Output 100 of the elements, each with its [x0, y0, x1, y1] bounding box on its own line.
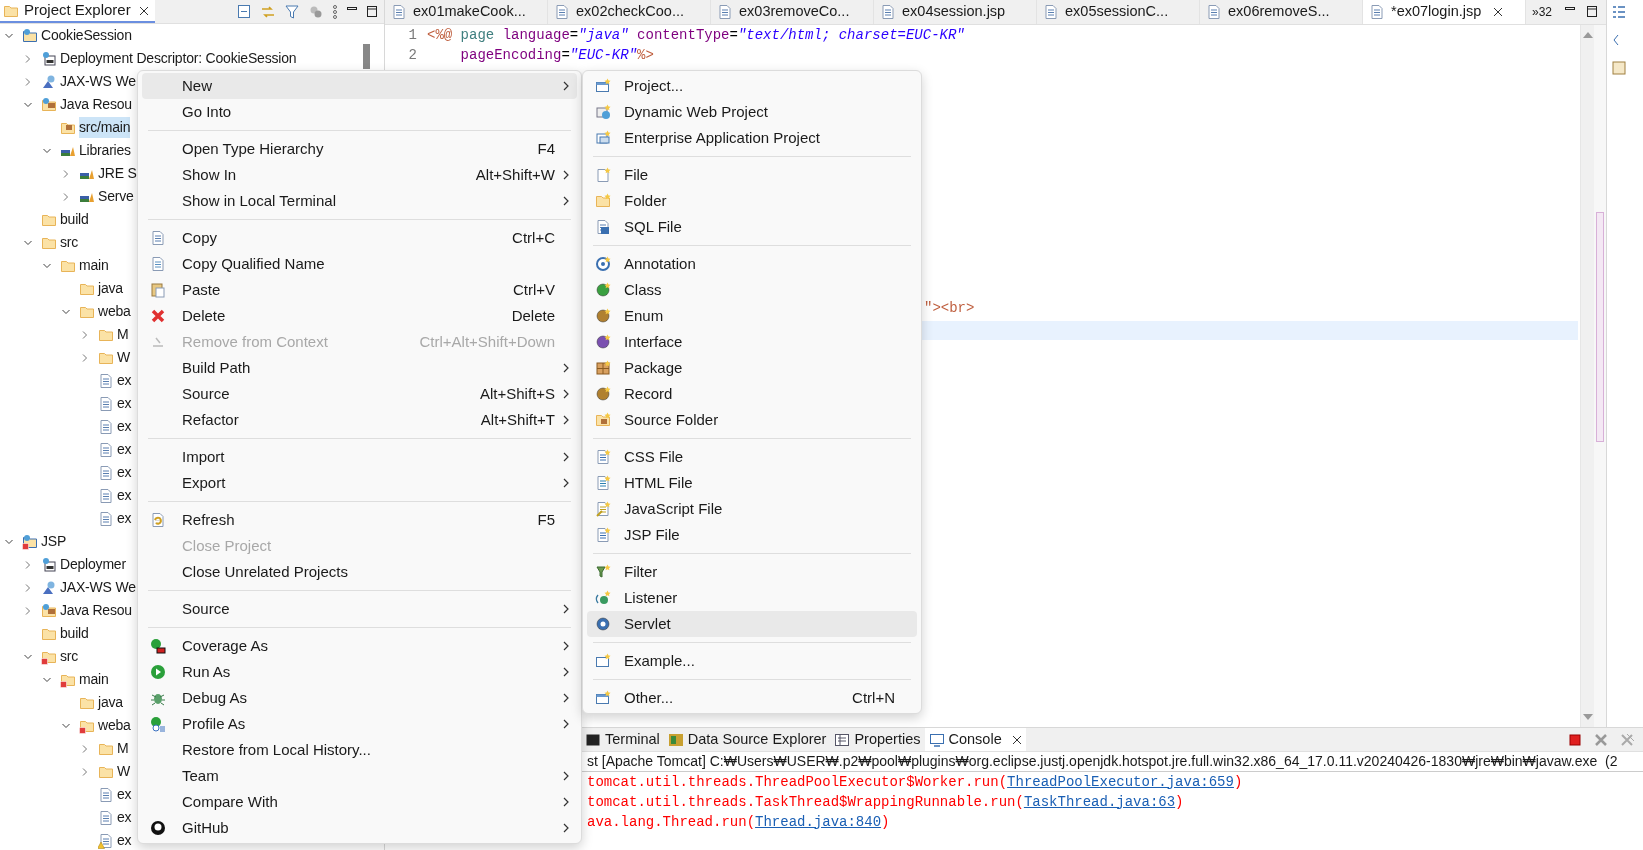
chevron-right-icon[interactable] [80, 743, 90, 754]
tree-item[interactable]: ex [117, 462, 132, 483]
view-tab[interactable]: Terminal [581, 728, 664, 751]
tree-item[interactable]: weba [98, 715, 131, 736]
chevron-right-icon[interactable] [61, 168, 71, 179]
tree-item[interactable]: M [117, 738, 129, 759]
tree-item[interactable]: ex [117, 807, 132, 828]
tab-overflow-button[interactable]: »32 [1532, 0, 1553, 24]
stack-trace-link[interactable]: TaskThread.java:63 [1023, 793, 1176, 810]
menu-item[interactable]: New [142, 73, 577, 99]
menu-item[interactable]: Coverage As [142, 633, 577, 659]
menu-item[interactable]: Paste Ctrl+V [142, 277, 577, 303]
tree-item[interactable]: ex [117, 439, 132, 460]
menu-item[interactable]: Close Unrelated Projects [142, 559, 577, 585]
stop-icon[interactable] [1567, 731, 1583, 748]
tree-item[interactable]: ex [117, 370, 132, 391]
menu-item[interactable]: Enterprise Application Project [587, 125, 917, 151]
more-options-icon[interactable] [332, 3, 338, 20]
tree-item[interactable]: Deployment Descriptor: CookieSession [60, 48, 297, 69]
editor-tab[interactable]: *ex07login.jsp [1363, 0, 1526, 24]
remove-all-icon[interactable] [1619, 731, 1635, 748]
menu-item[interactable]: Enum [587, 303, 917, 329]
menu-item[interactable]: Team [142, 763, 577, 789]
menu-item[interactable]: Copy Qualified Name [142, 251, 577, 277]
close-icon[interactable] [139, 5, 149, 16]
menu-item[interactable]: GitHub [142, 815, 577, 841]
tree-item[interactable]: Libraries [79, 140, 131, 161]
menu-item[interactable]: Dynamic Web Project [587, 99, 917, 125]
chevron-right-icon[interactable] [23, 76, 33, 87]
menu-item[interactable]: Example... [587, 648, 917, 674]
view-tab[interactable]: Properties [830, 728, 925, 751]
tree-item[interactable]: ex [117, 485, 132, 506]
outline-icon[interactable] [1611, 4, 1627, 20]
menu-item[interactable]: Refactor Alt+Shift+T [142, 407, 577, 433]
chevron-right-icon[interactable] [80, 766, 90, 777]
tree-item[interactable]: main [79, 255, 109, 276]
menu-item[interactable]: Build Path [142, 355, 577, 381]
menu-item[interactable]: Filter [587, 559, 917, 585]
view-tab[interactable]: Data Source Explorer [663, 728, 831, 751]
menu-item[interactable]: Debug As [142, 685, 577, 711]
tree-item[interactable]: Java Resou [60, 94, 132, 115]
tree-item[interactable]: build [60, 623, 89, 644]
menu-item[interactable]: Restore from Local History... [142, 737, 577, 763]
chevron-left-icon[interactable] [1611, 32, 1621, 48]
chevron-right-icon[interactable] [23, 582, 33, 593]
menu-item[interactable]: Open Type Hierarchy F4 [142, 136, 577, 162]
menu-item[interactable]: Annotation [587, 251, 917, 277]
chevron-right-icon[interactable] [61, 191, 71, 202]
stack-trace-link[interactable]: Thread.java:840 [755, 813, 882, 830]
tree-item[interactable]: src/main [79, 117, 131, 138]
menu-item[interactable]: Copy Ctrl+C [142, 225, 577, 251]
close-icon[interactable] [1493, 7, 1504, 17]
menu-item[interactable]: Class [587, 277, 917, 303]
tree-item[interactable]: java [98, 692, 123, 713]
tree-item[interactable]: main [79, 669, 109, 690]
menu-item[interactable]: Listener [587, 585, 917, 611]
tree-item[interactable]: ex [117, 416, 132, 437]
tree-item[interactable]: src [60, 646, 79, 667]
page-icon[interactable] [1611, 60, 1627, 76]
scroll-up-icon[interactable] [1582, 31, 1593, 39]
menu-item[interactable]: Servlet [587, 611, 917, 637]
tree-item[interactable]: CookieSession [41, 25, 132, 46]
tree-item[interactable]: ex [117, 393, 132, 414]
close-icon[interactable] [1011, 734, 1022, 745]
chevron-right-icon[interactable] [23, 559, 33, 570]
tree-item[interactable]: java [98, 278, 123, 299]
menu-item[interactable]: Show In Alt+Shift+W [142, 162, 577, 188]
menu-item[interactable]: Compare With [142, 789, 577, 815]
link-icon[interactable] [260, 3, 276, 20]
menu-item[interactable]: Package [587, 355, 917, 381]
tree-item[interactable]: ex [117, 830, 132, 850]
stack-trace-link[interactable]: ThreadPoolExecutor.java:659 [1007, 773, 1234, 790]
menu-item[interactable]: CSS File [587, 444, 917, 470]
menu-item[interactable]: Export [142, 470, 577, 496]
remove-icon[interactable] [1593, 731, 1609, 748]
menu-item[interactable]: Source Folder [587, 407, 917, 433]
tree-item[interactable]: ex [117, 784, 132, 805]
scrollbar-thumb[interactable] [363, 44, 370, 69]
chevron-right-icon[interactable] [80, 352, 90, 363]
collapse-all-icon[interactable] [236, 3, 252, 20]
menu-item[interactable]: File [587, 162, 917, 188]
scrollbar[interactable] [1580, 25, 1594, 727]
menu-item[interactable]: JSP File [587, 522, 917, 548]
tree-item[interactable]: src [60, 232, 79, 253]
menu-item[interactable]: Record [587, 381, 917, 407]
menu-item[interactable]: Show in Local Terminal [142, 188, 577, 214]
tree-item[interactable]: Serve [98, 186, 134, 207]
menu-item[interactable]: Import [142, 444, 577, 470]
menu-item[interactable]: HTML File [587, 470, 917, 496]
menu-item[interactable]: Refresh F5 [142, 507, 577, 533]
menu-item[interactable]: SQL File [587, 214, 917, 240]
tree-item[interactable]: build [60, 209, 89, 230]
menu-item[interactable]: Go Into [142, 99, 577, 125]
tree-item[interactable]: M [117, 324, 129, 345]
filter-icon[interactable] [284, 3, 300, 20]
tree-item[interactable]: W [117, 347, 130, 368]
menu-item[interactable]: Folder [587, 188, 917, 214]
chevron-right-icon[interactable] [80, 329, 90, 340]
tree-item[interactable]: JSP [41, 531, 67, 552]
maximize-icon[interactable] [1586, 4, 1598, 20]
